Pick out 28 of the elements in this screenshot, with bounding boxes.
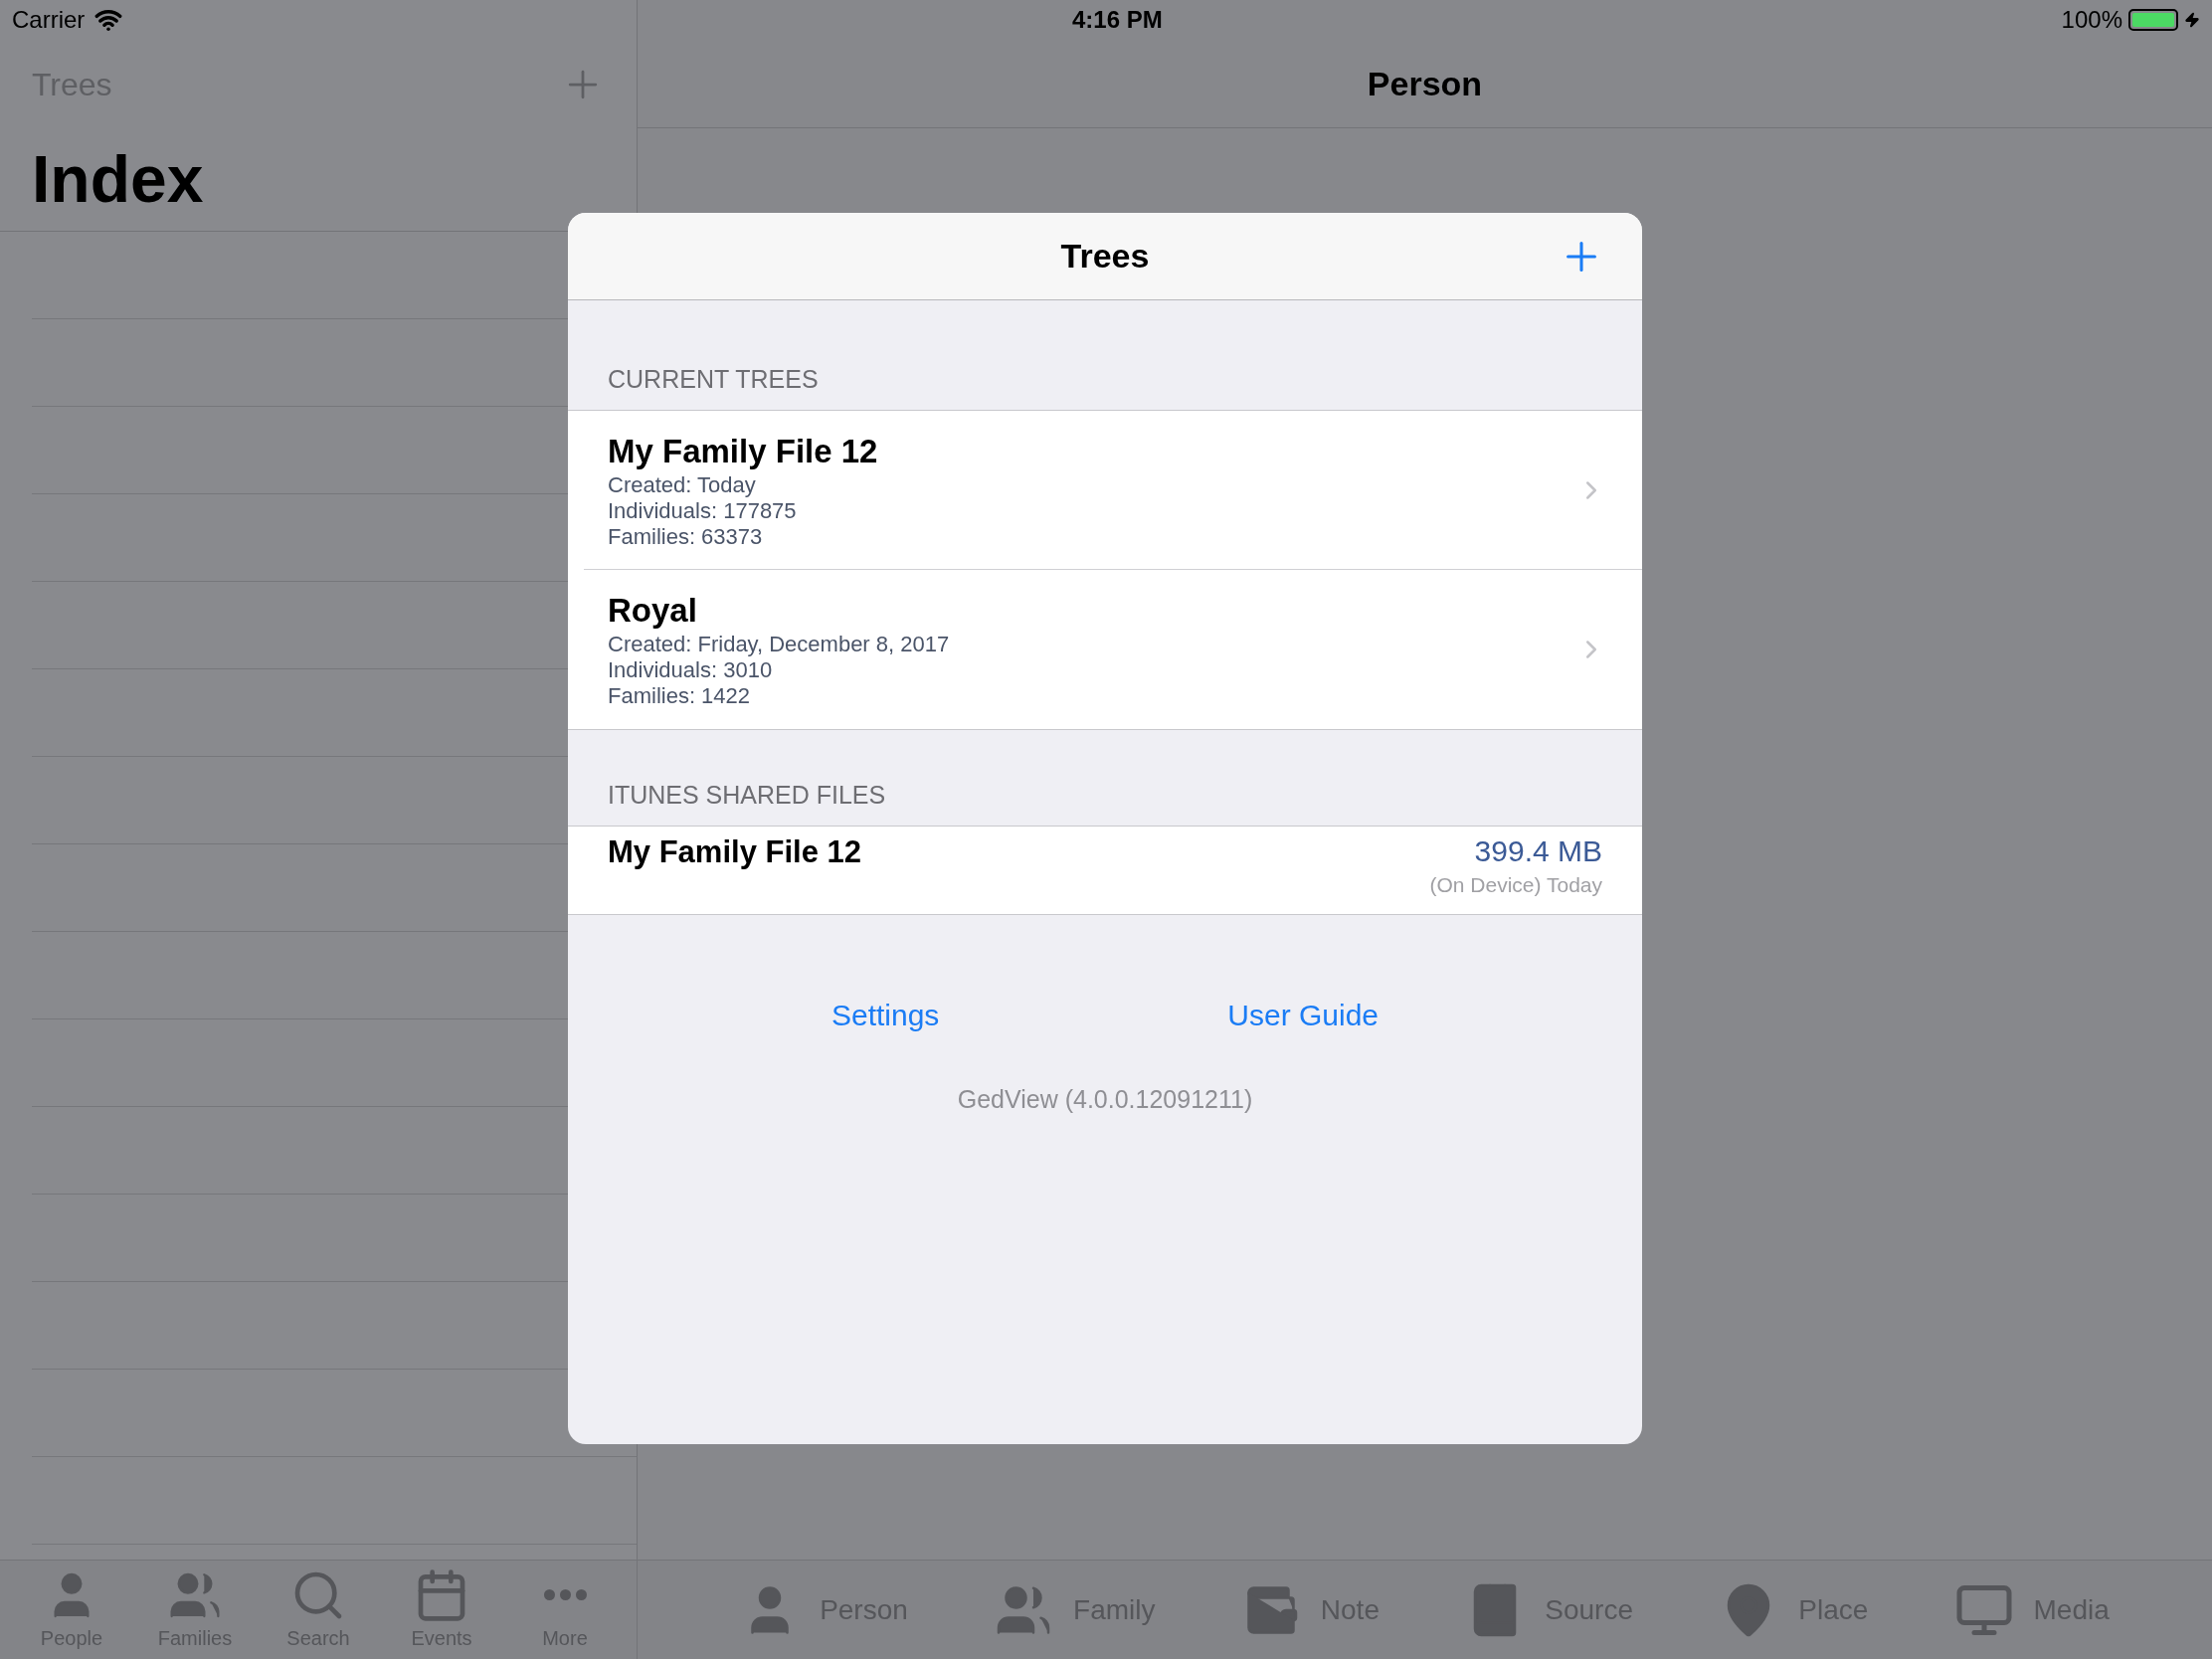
more-icon (543, 1589, 587, 1600)
tree-name: Royal (608, 591, 698, 631)
file-name: My Family File 12 (608, 833, 861, 871)
tree-name: My Family File 12 (608, 432, 879, 471)
battery-icon (2128, 9, 2178, 31)
tree-row[interactable]: My Family File 12 Created: Today Individuals: 177875 Families: 63373 (568, 411, 1642, 570)
tree-detail: Families: 1422 (608, 683, 752, 709)
link-button[interactable]: Settings (830, 993, 940, 1037)
tree-detail: Created: Friday, December 8, 2017 (608, 632, 951, 657)
section-header: ITUNES SHARED FILES (608, 779, 886, 811)
tree-row[interactable]: Royal Created: Friday, December 8, 2017 Individuals: 3010 Families: 1422 (568, 570, 1642, 729)
file-row[interactable]: My Family File 12 399.4 MB (On Device) Today (568, 827, 1642, 914)
nav-title: Person (1367, 63, 1483, 104)
tree-detail: Individuals: 3010 (608, 657, 774, 683)
section-header: CURRENT TREES (608, 363, 819, 395)
battery-label: 100% (2061, 5, 2122, 35)
dialog-title: Trees (1060, 236, 1150, 276)
file-size: 399.4 MB (1474, 833, 1602, 869)
tree-detail: Individuals: 177875 (608, 498, 798, 524)
status-time: 4:16 PM (1072, 5, 1163, 35)
file-location: (On Device) Today (1429, 872, 1602, 898)
version-label: GedView (4.0.0.12091211) (957, 1084, 1253, 1115)
tree-detail: Created: Today (608, 472, 757, 498)
link-button[interactable]: User Guide (1227, 993, 1379, 1037)
page-heading: Index (32, 141, 204, 218)
tree-detail: Families: 63373 (608, 524, 764, 550)
carrier-label: Carrier (12, 5, 86, 35)
charging-icon (2184, 10, 2200, 30)
